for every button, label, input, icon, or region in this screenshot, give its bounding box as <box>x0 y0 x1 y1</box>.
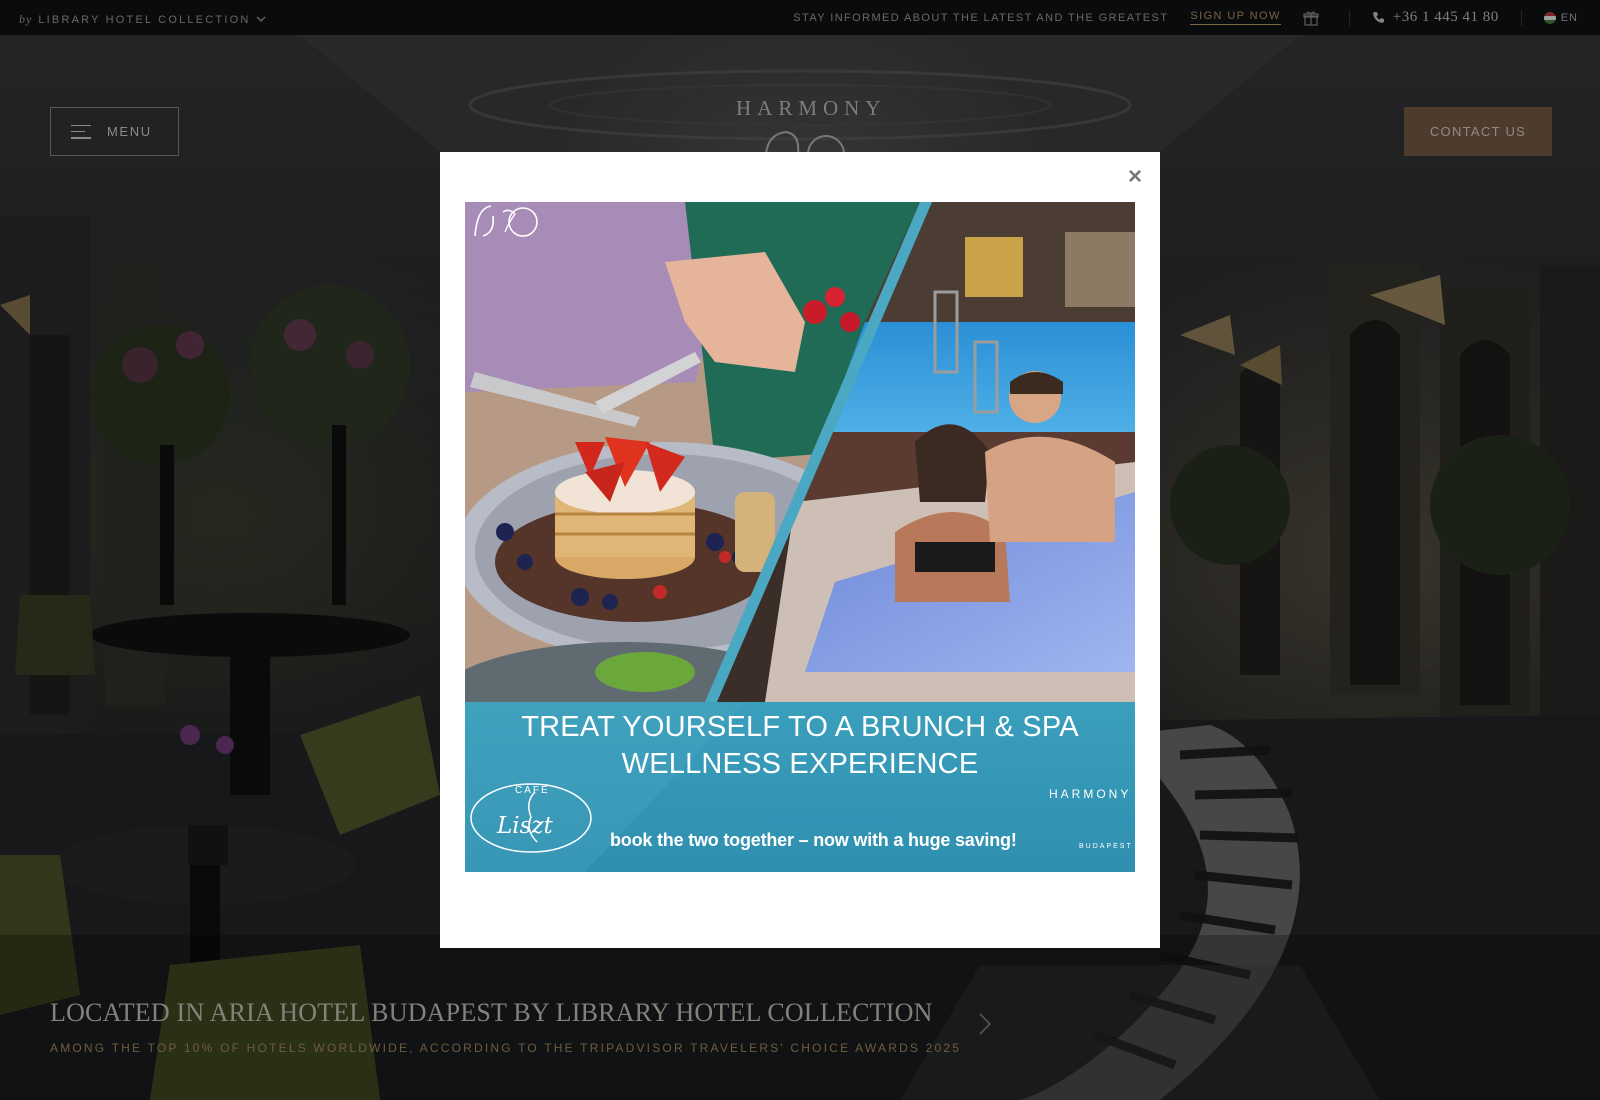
cafe-logo-name: Liszt <box>497 813 553 839</box>
promo-banner[interactable]: TREAT YOURSELF TO A BRUNCH & SPA WELLNES… <box>465 202 1135 872</box>
spa-logo-mark <box>474 205 538 237</box>
spa-logo-text: HARMONY <box>1049 787 1132 801</box>
promo-headline: TREAT YOURSELF TO A BRUNCH & SPA WELLNES… <box>465 709 1135 783</box>
promo-tagline: book the two together – now with a huge … <box>610 830 1017 850</box>
promo-headline-line2: WELLNESS EXPERIENCE <box>621 748 979 780</box>
spa-logo-city: BUDAPEST <box>1079 843 1133 850</box>
close-icon[interactable]: × <box>1124 165 1146 189</box>
promo-headline-line1: TREAT YOURSELF TO A BRUNCH & SPA <box>521 711 1079 743</box>
cafe-logo-label: CAFE <box>515 785 550 796</box>
promo-modal: × TREAT YOURSELF TO A BRUNCH & SPA WELLN… <box>440 152 1160 948</box>
